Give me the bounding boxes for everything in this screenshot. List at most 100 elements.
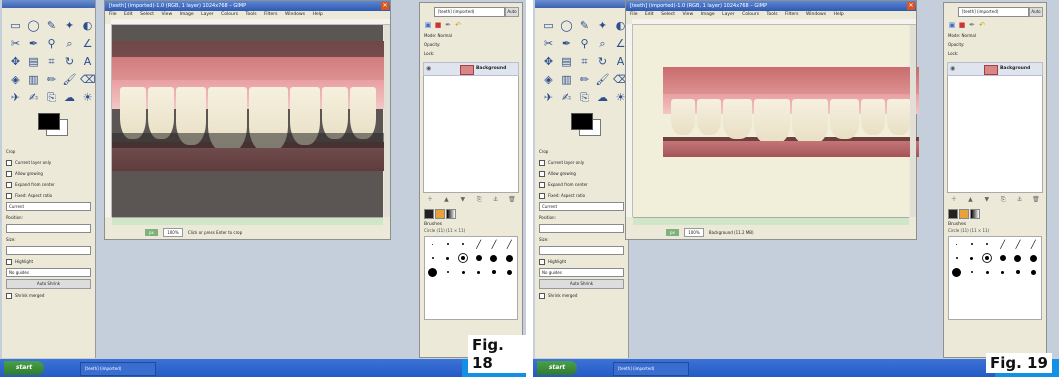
new-layer-icon[interactable]: ＋ xyxy=(950,196,958,204)
paintbrush-icon[interactable]: 🖌 xyxy=(595,72,610,87)
brush-item[interactable]: ╱ xyxy=(492,240,497,249)
raise-layer-icon[interactable]: ▲ xyxy=(442,196,450,204)
brush-item[interactable] xyxy=(446,271,449,273)
checkbox[interactable] xyxy=(6,159,12,166)
rect-select-icon[interactable]: ▭ xyxy=(8,18,23,33)
color-picker-icon[interactable]: ⚲ xyxy=(577,36,592,51)
option-expand-center[interactable]: Expand from center xyxy=(2,180,95,189)
brushes-grid[interactable]: ╱ ╱ ╱ xyxy=(948,236,1042,320)
size-field[interactable] xyxy=(6,246,91,255)
close-icon[interactable]: ✕ xyxy=(381,2,389,10)
vertical-scrollbar[interactable] xyxy=(384,25,390,217)
gradients-tab-icon[interactable] xyxy=(970,209,980,219)
color-picker-icon[interactable]: ⚲ xyxy=(44,36,59,51)
menu-help[interactable]: Help xyxy=(833,12,843,17)
scissors-icon[interactable]: ✂ xyxy=(541,36,556,51)
bucket-fill-icon[interactable]: ◈ xyxy=(541,72,556,87)
layer-row[interactable]: ◉ Background xyxy=(947,62,1043,76)
brushes-tab-icon[interactable] xyxy=(424,209,434,219)
paths-icon[interactable]: ✒ xyxy=(559,36,574,51)
start-button[interactable]: start xyxy=(537,361,577,375)
brush-item[interactable] xyxy=(462,243,465,245)
option-expand-center[interactable]: Expand from center xyxy=(535,180,628,189)
layer-opacity[interactable]: Opacity: xyxy=(944,40,1046,49)
brush-item[interactable] xyxy=(970,256,974,260)
checkbox[interactable] xyxy=(6,170,12,177)
undo-tab-icon[interactable]: ↶ xyxy=(978,21,986,29)
menu-image[interactable]: Image xyxy=(180,12,194,17)
brush-item[interactable] xyxy=(999,255,1006,261)
layer-lock[interactable]: Lock: xyxy=(420,49,522,58)
layer-mode[interactable]: Mode: Normal xyxy=(420,31,522,40)
text-icon[interactable]: A xyxy=(80,54,95,69)
ratio-field[interactable]: Current xyxy=(539,202,624,211)
menu-tools[interactable]: Tools xyxy=(245,12,256,17)
menu-view[interactable]: View xyxy=(161,12,172,17)
brush-item[interactable] xyxy=(477,270,481,274)
position-field[interactable] xyxy=(539,224,624,233)
unit-select[interactable]: px xyxy=(666,229,679,236)
menu-windows[interactable]: Windows xyxy=(285,12,305,17)
foreground-color-swatch[interactable] xyxy=(38,113,60,130)
lower-layer-icon[interactable]: ▼ xyxy=(983,196,991,204)
dodge-burn-icon[interactable]: ☀ xyxy=(80,90,95,105)
brush-item[interactable] xyxy=(446,256,450,260)
guides-select[interactable]: No guides xyxy=(539,268,624,277)
menu-layer[interactable]: Layer xyxy=(201,12,214,17)
eraser-icon[interactable]: ⌫ xyxy=(80,72,96,87)
brush-item[interactable] xyxy=(970,271,973,273)
ellipse-select-icon[interactable]: ◯ xyxy=(559,18,574,33)
airbrush-icon[interactable]: ✈ xyxy=(8,90,23,105)
brush-item[interactable]: ╱ xyxy=(476,240,481,249)
brushes-grid[interactable]: ╱ ╱ ╱ xyxy=(424,236,518,320)
rotate-icon[interactable]: ↻ xyxy=(62,54,77,69)
checkbox[interactable] xyxy=(539,258,545,265)
brush-item[interactable] xyxy=(490,254,498,262)
ink-icon[interactable]: ✍ xyxy=(559,90,574,105)
brush-item[interactable] xyxy=(461,270,465,274)
position-field[interactable] xyxy=(6,224,91,233)
brush-item[interactable] xyxy=(475,255,482,261)
brush-item[interactable] xyxy=(986,243,989,245)
clone-icon[interactable]: ⎘ xyxy=(577,90,592,105)
anchor-layer-icon[interactable]: ⚓ xyxy=(492,196,500,204)
option-current-layer[interactable]: Current layer only xyxy=(2,158,95,167)
brushes-tab-icon[interactable] xyxy=(948,209,958,219)
layer-row[interactable]: ◉ Background xyxy=(423,62,519,76)
menu-file[interactable]: File xyxy=(630,12,638,17)
brush-item[interactable] xyxy=(491,270,496,274)
brush-item[interactable] xyxy=(985,270,989,274)
menu-edit[interactable]: Edit xyxy=(124,12,133,17)
eye-icon[interactable]: ◉ xyxy=(950,63,955,75)
horizontal-scrollbar[interactable] xyxy=(633,217,909,225)
eye-icon[interactable]: ◉ xyxy=(426,63,431,75)
checkbox[interactable] xyxy=(539,170,545,177)
bucket-fill-icon[interactable]: ◈ xyxy=(8,72,23,87)
menu-filters[interactable]: Filters xyxy=(264,12,278,17)
ellipse-select-icon[interactable]: ◯ xyxy=(26,18,41,33)
brush-item[interactable] xyxy=(1001,270,1005,274)
close-icon[interactable]: ✕ xyxy=(907,2,915,10)
fuzzy-select-icon[interactable]: ✦ xyxy=(62,18,77,33)
brush-item[interactable] xyxy=(432,243,434,245)
option-allow-growing[interactable]: Allow growing xyxy=(535,169,628,178)
raise-layer-icon[interactable]: ▲ xyxy=(966,196,974,204)
brush-item[interactable] xyxy=(431,257,434,259)
option-fixed-ratio[interactable]: Fixed: Aspect ratio xyxy=(535,191,628,200)
size-field[interactable] xyxy=(539,246,624,255)
ink-icon[interactable]: ✍ xyxy=(26,90,41,105)
gradients-tab-icon[interactable] xyxy=(446,209,456,219)
auto-shrink-button[interactable]: Auto Shrink xyxy=(6,279,91,289)
delete-layer-icon[interactable]: 🗑 xyxy=(508,196,516,204)
brush-item[interactable] xyxy=(506,269,512,275)
airbrush-icon[interactable]: ✈ xyxy=(541,90,556,105)
menu-filters[interactable]: Filters xyxy=(785,12,799,17)
brush-item[interactable]: ╱ xyxy=(507,240,512,249)
foreground-color-swatch[interactable] xyxy=(571,113,593,130)
fuzzy-select-icon[interactable]: ✦ xyxy=(595,18,610,33)
menu-view[interactable]: View xyxy=(682,12,693,17)
clone-icon[interactable]: ⎘ xyxy=(44,90,59,105)
image-select[interactable]: [teeth] (imported) xyxy=(958,7,1029,17)
fg-bg-colors[interactable] xyxy=(30,107,95,141)
start-button[interactable]: start xyxy=(4,361,44,375)
